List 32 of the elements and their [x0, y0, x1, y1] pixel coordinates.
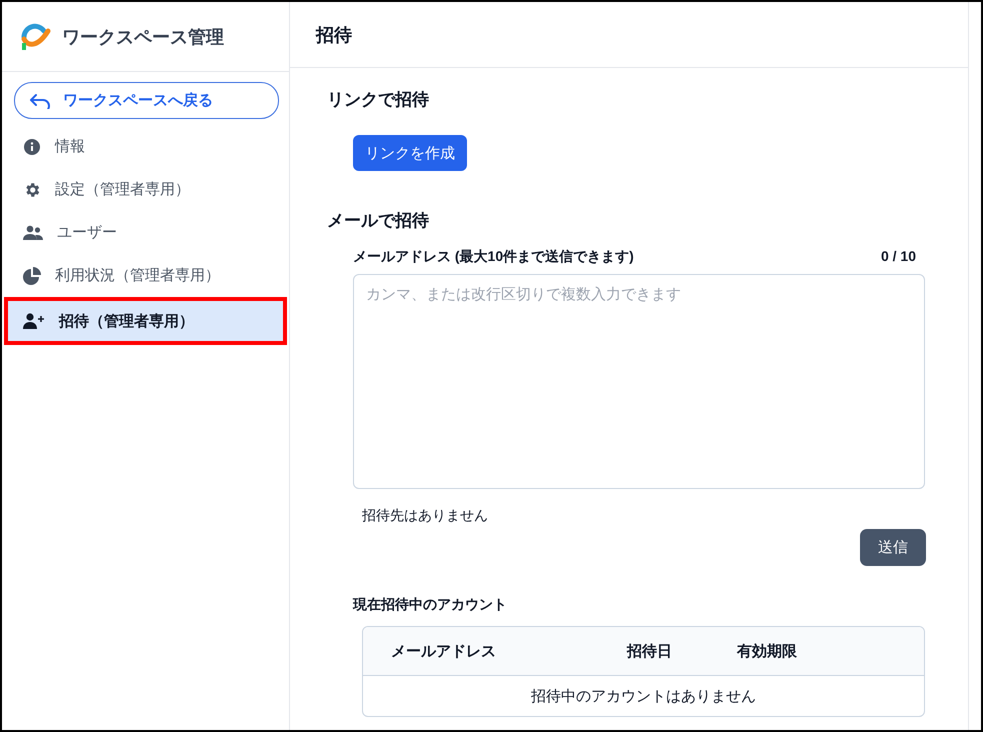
- sidebar-item[interactable]: 情報: [4, 125, 287, 168]
- column-header: メールアドレス: [391, 642, 497, 660]
- section-heading: メールで招待: [327, 210, 430, 232]
- logo-icon: [20, 22, 52, 50]
- pie-chart-icon: [23, 266, 41, 284]
- send-button[interactable]: 送信: [860, 529, 926, 566]
- column-header: 招待日: [627, 642, 673, 660]
- field-label: メールアドレス (最大10件まで送信できます): [353, 248, 634, 266]
- back-button[interactable]: ワークスペースへ戻る: [14, 82, 279, 119]
- sidebar-item-label: 利用状況（管理者専用）: [55, 266, 220, 285]
- sidebar-item[interactable]: 利用状況（管理者専用）: [4, 254, 287, 297]
- users-icon: [23, 224, 43, 240]
- status-text: 招待先はありません: [362, 507, 489, 525]
- info-icon: [23, 138, 41, 156]
- sidebar-item-label: 招待（管理者専用）: [59, 312, 194, 330]
- add-user-icon: [23, 313, 45, 329]
- column-header: 有効期限: [737, 642, 798, 660]
- app-title: ワークスペース管理: [62, 26, 224, 48]
- section-heading: 現在招待中のアカウント: [353, 596, 508, 614]
- page-title: 招待: [316, 24, 352, 46]
- empty-table-message: 招待中のアカウントはありません: [530, 686, 757, 706]
- sidebar-item-label: ユーザー: [57, 223, 117, 242]
- sidebar-item[interactable]: ユーザー: [4, 211, 287, 254]
- sidebar-item-label: 設定（管理者専用）: [55, 180, 190, 199]
- sidebar-item[interactable]: 招待（管理者専用）: [4, 297, 287, 345]
- create-link-button[interactable]: リンクを作成: [353, 135, 467, 171]
- character-counter: 0 / 10: [880, 248, 916, 266]
- sidebar-item[interactable]: 設定（管理者専用）: [4, 168, 287, 211]
- back-arrow-icon: [29, 92, 51, 108]
- section-heading: リンクで招待: [327, 89, 430, 111]
- email-input-field[interactable]: カンマ、または改行区切りで複数入力できます: [353, 274, 925, 489]
- sidebar-item-label: 情報: [55, 137, 85, 156]
